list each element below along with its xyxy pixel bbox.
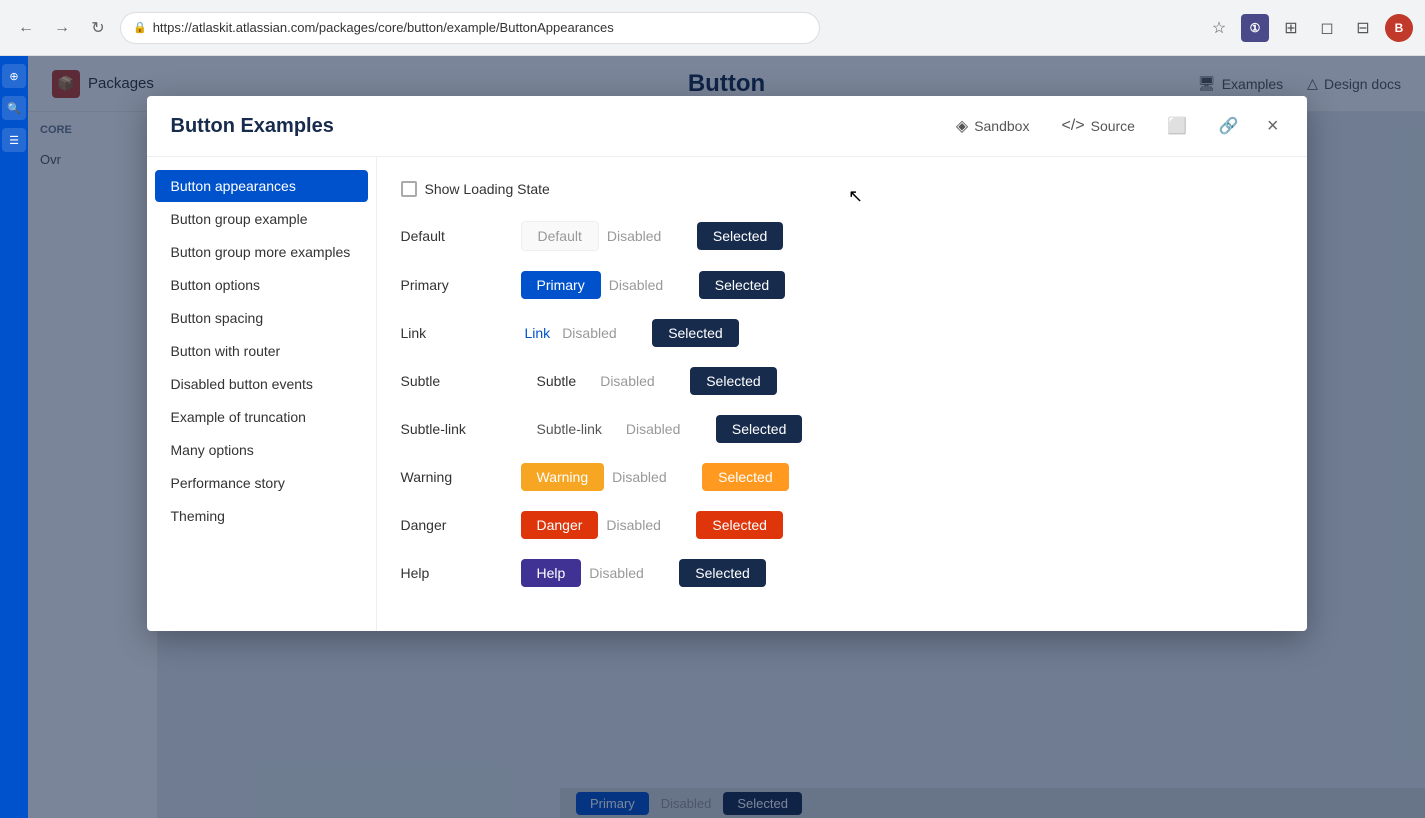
button-row-subtle-link: Subtle-link Subtle-link Disabled Selecte… bbox=[401, 415, 1283, 443]
row-disabled-warning: Disabled bbox=[612, 469, 702, 485]
back-button[interactable]: ← bbox=[12, 14, 40, 42]
danger-selected-btn[interactable]: Selected bbox=[696, 511, 782, 539]
sandbox-button[interactable]: ◈ Sandbox bbox=[948, 112, 1038, 140]
modal-overlay: Button Examples ◈ Sandbox </> Source ⬜ bbox=[28, 56, 1425, 818]
nav-item-button-group-example[interactable]: Button group example bbox=[155, 203, 368, 235]
ext2-button[interactable]: ⊞ bbox=[1277, 14, 1305, 42]
nav-item-button-router[interactable]: Button with router bbox=[155, 335, 368, 367]
reload-button[interactable]: ↻ bbox=[84, 14, 112, 42]
lock-icon: 🔒 bbox=[133, 21, 147, 34]
row-disabled-default: Disabled bbox=[607, 228, 697, 244]
row-label-subtle-link: Subtle-link bbox=[401, 421, 521, 437]
row-label-primary: Primary bbox=[401, 277, 521, 293]
modal-content: Show Loading State Default Default Disab… bbox=[377, 157, 1307, 631]
ext1-icon[interactable]: ① bbox=[1241, 14, 1269, 42]
row-label-warning: Warning bbox=[401, 469, 521, 485]
button-row-warning: Warning Warning Disabled Selected bbox=[401, 463, 1283, 491]
fullscreen-button[interactable]: ⬜ bbox=[1159, 112, 1195, 140]
nav-item-button-options[interactable]: Button options bbox=[155, 269, 368, 301]
modal-header: Button Examples ◈ Sandbox </> Source ⬜ bbox=[147, 96, 1307, 157]
primary-btn[interactable]: Primary bbox=[521, 271, 601, 299]
nav-item-many-options[interactable]: Many options bbox=[155, 434, 368, 466]
main-area: 📦 Packages Button 🖥 Examples △ Design do… bbox=[28, 56, 1425, 818]
row-disabled-primary: Disabled bbox=[609, 277, 699, 293]
button-row-danger: Danger Danger Disabled Selected bbox=[401, 511, 1283, 539]
browser-actions: ☆ ① ⊞ ◻ ⊟ B bbox=[1205, 14, 1413, 42]
subtle-selected-btn[interactable]: Selected bbox=[690, 367, 776, 395]
source-button[interactable]: </> Source bbox=[1053, 113, 1143, 139]
modal: Button Examples ◈ Sandbox </> Source ⬜ bbox=[147, 96, 1307, 631]
row-disabled-link: Disabled bbox=[562, 325, 652, 341]
nav-item-button-group-more[interactable]: Button group more examples bbox=[155, 236, 368, 268]
code-icon: </> bbox=[1061, 117, 1084, 135]
bookmark-button[interactable]: ☆ bbox=[1205, 14, 1233, 42]
button-row-default: Default Default Disabled Selected bbox=[401, 221, 1283, 251]
primary-selected-btn[interactable]: Selected bbox=[699, 271, 785, 299]
source-label: Source bbox=[1091, 118, 1135, 134]
ext4-button[interactable]: ⊟ bbox=[1349, 14, 1377, 42]
sandbox-label: Sandbox bbox=[974, 118, 1029, 134]
left-sidebar: ⊕ 🔍 ☰ bbox=[0, 56, 28, 818]
row-label-subtle: Subtle bbox=[401, 373, 521, 389]
address-bar[interactable]: 🔒 https://atlaskit.atlassian.com/package… bbox=[120, 12, 820, 44]
user-avatar[interactable]: B bbox=[1385, 14, 1413, 42]
modal-title: Button Examples bbox=[171, 115, 932, 138]
warning-btn[interactable]: Warning bbox=[521, 463, 605, 491]
row-disabled-subtle-link: Disabled bbox=[626, 421, 716, 437]
row-disabled-subtle: Disabled bbox=[600, 373, 690, 389]
home-icon[interactable]: ⊕ bbox=[2, 64, 26, 88]
link-btn[interactable]: Link bbox=[521, 319, 555, 347]
forward-button[interactable]: → bbox=[48, 14, 76, 42]
row-label-link: Link bbox=[401, 325, 521, 341]
help-btn[interactable]: Help bbox=[521, 559, 582, 587]
app-container: ⊕ 🔍 ☰ 📦 Packages Button 🖥 Examples △ Des… bbox=[0, 56, 1425, 818]
nav-item-theming[interactable]: Theming bbox=[155, 500, 368, 532]
nav-item-performance[interactable]: Performance story bbox=[155, 467, 368, 499]
link-selected-btn[interactable]: Selected bbox=[652, 319, 738, 347]
browser-chrome: ← → ↻ 🔒 https://atlaskit.atlassian.com/p… bbox=[0, 0, 1425, 56]
nav-item-disabled-events[interactable]: Disabled button events bbox=[155, 368, 368, 400]
button-row-primary: Primary Primary Disabled Selected bbox=[401, 271, 1283, 299]
row-label-danger: Danger bbox=[401, 517, 521, 533]
subtle-btn[interactable]: Subtle bbox=[521, 367, 593, 395]
sandbox-icon: ◈ bbox=[956, 116, 968, 136]
modal-body: Button appearances Button group example … bbox=[147, 157, 1307, 631]
row-disabled-help: Disabled bbox=[589, 565, 679, 581]
help-selected-btn[interactable]: Selected bbox=[679, 559, 765, 587]
row-label-default: Default bbox=[401, 228, 521, 244]
ext3-button[interactable]: ◻ bbox=[1313, 14, 1341, 42]
show-loading-label: Show Loading State bbox=[425, 181, 550, 197]
nav-item-truncation[interactable]: Example of truncation bbox=[155, 401, 368, 433]
subtle-link-btn[interactable]: Subtle-link bbox=[521, 415, 618, 443]
row-disabled-danger: Disabled bbox=[606, 517, 696, 533]
subtle-link-selected-btn[interactable]: Selected bbox=[716, 415, 802, 443]
search-icon[interactable]: 🔍 bbox=[2, 96, 26, 120]
address-url: https://atlaskit.atlassian.com/packages/… bbox=[153, 20, 807, 35]
menu-icon[interactable]: ☰ bbox=[2, 128, 26, 152]
button-row-subtle: Subtle Subtle Disabled Selected bbox=[401, 367, 1283, 395]
default-btn[interactable]: Default bbox=[521, 221, 599, 251]
close-button[interactable]: × bbox=[1263, 112, 1283, 140]
fullscreen-icon: ⬜ bbox=[1167, 116, 1187, 136]
button-row-help: Help Help Disabled Selected bbox=[401, 559, 1283, 587]
link-icon: 🔗 bbox=[1219, 116, 1239, 136]
link-button[interactable]: 🔗 bbox=[1211, 112, 1247, 140]
warning-selected-btn[interactable]: Selected bbox=[702, 463, 788, 491]
modal-nav: Button appearances Button group example … bbox=[147, 157, 377, 631]
nav-item-button-appearances[interactable]: Button appearances bbox=[155, 170, 368, 202]
nav-item-button-spacing[interactable]: Button spacing bbox=[155, 302, 368, 334]
show-loading-row: Show Loading State bbox=[401, 181, 1283, 197]
danger-btn[interactable]: Danger bbox=[521, 511, 599, 539]
show-loading-checkbox[interactable] bbox=[401, 181, 417, 197]
button-row-link: Link Link Disabled Selected bbox=[401, 319, 1283, 347]
default-selected-btn[interactable]: Selected bbox=[697, 222, 783, 250]
row-label-help: Help bbox=[401, 565, 521, 581]
modal-header-actions: ◈ Sandbox </> Source ⬜ 🔗 × bbox=[948, 112, 1283, 140]
